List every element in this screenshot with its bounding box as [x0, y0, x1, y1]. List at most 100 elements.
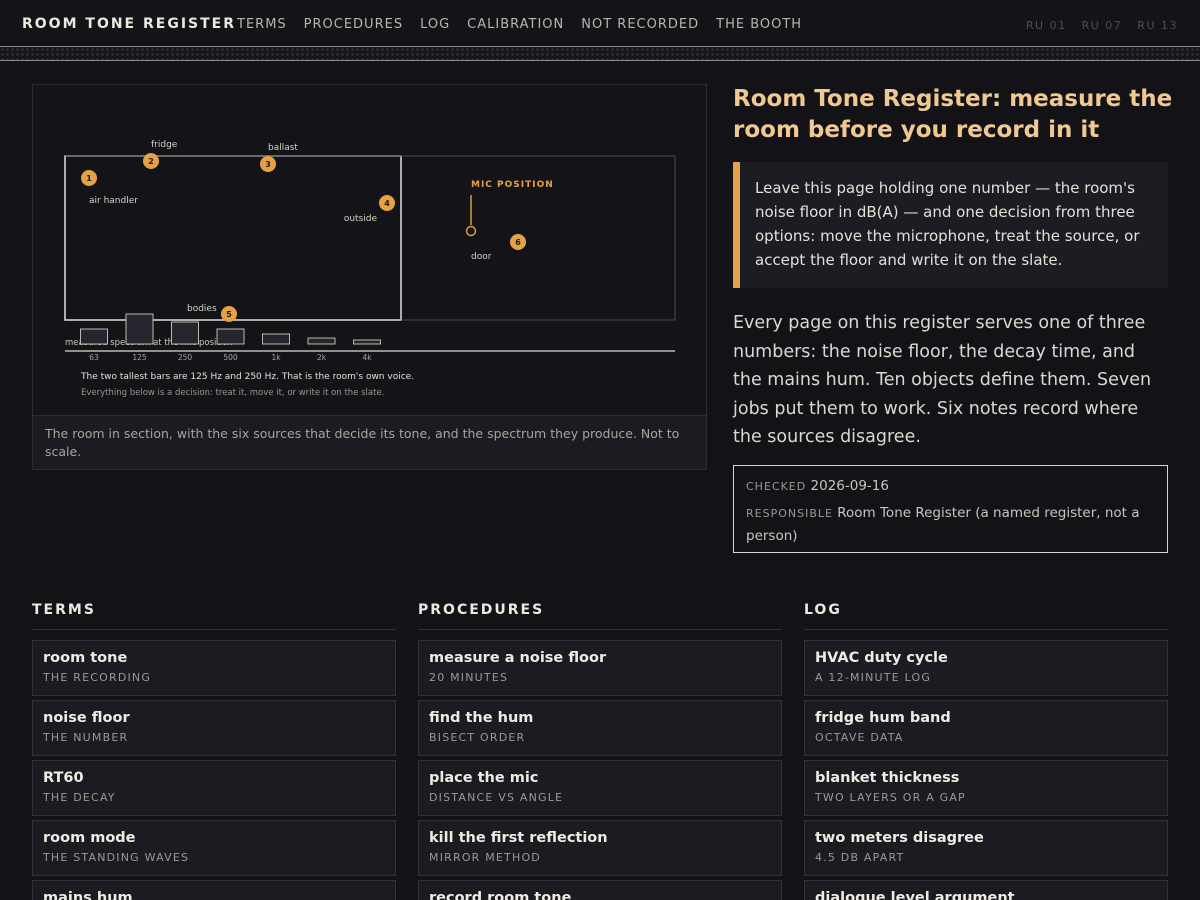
- source-marker-1[interactable]: 1: [81, 170, 97, 186]
- log-heading: LOG: [804, 602, 1168, 630]
- source-label-air-handler: air handler: [89, 196, 138, 206]
- meta-box: CHECKED 2026-09-16 RESPONSIBLE Room Tone…: [733, 465, 1168, 553]
- mic-icon: [465, 225, 477, 237]
- source-label-door: door: [471, 252, 492, 262]
- card-title: HVAC duty cycle: [815, 650, 948, 666]
- svg-text:4: 4: [384, 199, 390, 208]
- card-blanket-thickness[interactable]: blanket thickness TWO LAYERS OR A GAP: [804, 760, 1168, 816]
- source-marker-2[interactable]: 2: [143, 153, 159, 169]
- card-title: two meters disagree: [815, 830, 984, 846]
- card-two-meters-disagree[interactable]: two meters disagree 4.5 DB APART: [804, 820, 1168, 876]
- spectrum-tick-125: 125: [132, 353, 147, 362]
- nav-not-recorded[interactable]: NOT RECORDED: [581, 17, 699, 32]
- card-mains-hum[interactable]: mains hum: [32, 880, 396, 900]
- card-title: blanket thickness: [815, 770, 960, 786]
- nav-the-booth[interactable]: THE BOOTH: [716, 17, 802, 32]
- card-subtitle: A 12-MINUTE LOG: [815, 671, 932, 684]
- checked-date: 2026-09-16: [810, 478, 889, 494]
- nav-procedures[interactable]: PROCEDURES: [304, 17, 403, 32]
- card-dialogue-level-argument[interactable]: dialogue level argument: [804, 880, 1168, 900]
- code-ru-01[interactable]: RU 01: [1026, 19, 1067, 32]
- source-marker-5[interactable]: 5: [221, 306, 237, 322]
- spectrum-note: The two tallest bars are 125 Hz and 250 …: [80, 372, 414, 382]
- card-fridge-hum-band[interactable]: fridge hum band OCTAVE DATA: [804, 700, 1168, 756]
- code-ru-07[interactable]: RU 07: [1082, 19, 1123, 32]
- spectrum-bar-63: [80, 328, 108, 345]
- card-find-the-hum[interactable]: find the hum BISECT ORDER: [418, 700, 782, 756]
- spectrum-tick-1k: 1k: [271, 353, 281, 362]
- site-brand[interactable]: ROOM TONE REGISTER: [22, 16, 236, 32]
- svg-text:1: 1: [86, 174, 92, 183]
- card-title: room mode: [43, 830, 136, 846]
- code-ru-13[interactable]: RU 13: [1137, 19, 1178, 32]
- spectrum-bar-125: [125, 313, 154, 345]
- spectrum-tick-4k: 4k: [362, 353, 372, 362]
- source-label-bodies: bodies: [187, 304, 217, 314]
- card-subtitle: 4.5 DB APART: [815, 851, 905, 864]
- card-record-room-tone[interactable]: record room tone: [418, 880, 782, 900]
- card-subtitle: TWO LAYERS OR A GAP: [815, 791, 966, 804]
- room-section-figure: MIC POSITION 1 air handler 2 fridge 3 ba…: [32, 84, 707, 470]
- spectrum-subnote: Everything below is a decision: treat it…: [81, 388, 384, 398]
- card-subtitle: THE STANDING WAVES: [43, 851, 190, 864]
- card-noise-floor[interactable]: noise floor THE NUMBER: [32, 700, 396, 756]
- nav-log[interactable]: LOG: [420, 17, 450, 32]
- card-hvac-duty-cycle[interactable]: HVAC duty cycle A 12-MINUTE LOG: [804, 640, 1168, 696]
- nav-terms[interactable]: TERMS: [237, 17, 287, 32]
- spectrum-bar-2k: [307, 337, 336, 345]
- goal-callout: Leave this page holding one number — the…: [733, 162, 1168, 288]
- figure-caption: The room in section, with the six source…: [33, 415, 706, 469]
- svg-text:6: 6: [515, 238, 521, 247]
- source-marker-4[interactable]: 4: [379, 195, 395, 211]
- card-subtitle: BISECT ORDER: [429, 731, 526, 744]
- card-rt60[interactable]: RT60 THE DECAY: [32, 760, 396, 816]
- room-outline: [64, 155, 402, 321]
- svg-text:2: 2: [148, 157, 154, 166]
- svg-text:5: 5: [226, 310, 232, 319]
- card-title: measure a noise floor: [429, 650, 607, 666]
- intro-paragraph: Every page on this register serves one o…: [733, 313, 1152, 447]
- top-bar: ROOM TONE REGISTER TERMS PROCEDURES LOG …: [0, 0, 1200, 48]
- register-codes: RU 01 RU 07 RU 13: [1026, 19, 1178, 32]
- card-title: RT60: [43, 770, 84, 786]
- card-room-tone[interactable]: room tone THE RECORDING: [32, 640, 396, 696]
- spectrum-tick-2k: 2k: [317, 353, 327, 362]
- source-label-ballast: ballast: [268, 143, 298, 153]
- card-title: room tone: [43, 650, 128, 666]
- card-subtitle: OCTAVE DATA: [815, 731, 904, 744]
- terms-heading: TERMS: [32, 602, 396, 630]
- card-subtitle: DISTANCE VS ANGLE: [429, 791, 564, 804]
- card-kill-first-reflection[interactable]: kill the first reflection MIRROR METHOD: [418, 820, 782, 876]
- spectrum-tick-labels: 63 125 250 500 1k 2k 4k: [89, 353, 372, 362]
- spectrum-tick-250: 250: [178, 353, 193, 362]
- header-rule: [0, 46, 1200, 61]
- responsible-key: RESPONSIBLE: [746, 507, 833, 520]
- card-subtitle: 20 MINUTES: [429, 671, 509, 684]
- checked-key: CHECKED: [746, 480, 807, 493]
- card-subtitle: MIRROR METHOD: [429, 851, 541, 864]
- source-label-outside: outside: [344, 214, 378, 224]
- checked-row: CHECKED 2026-09-16: [746, 475, 1155, 498]
- main-nav: TERMS PROCEDURES LOG CALIBRATION NOT REC…: [237, 17, 819, 32]
- card-subtitle: THE DECAY: [43, 791, 116, 804]
- card-subtitle: THE NUMBER: [43, 731, 129, 744]
- svg-text:3: 3: [265, 160, 271, 169]
- card-room-mode[interactable]: room mode THE STANDING WAVES: [32, 820, 396, 876]
- card-title: mains hum: [43, 890, 133, 900]
- card-title: kill the first reflection: [429, 830, 608, 846]
- source-marker-3[interactable]: 3: [260, 156, 276, 172]
- spectrum-bar-250: [171, 321, 199, 345]
- card-title: record room tone: [429, 890, 572, 900]
- procedures-column: PROCEDURES measure a noise floor 20 MINUT…: [418, 602, 782, 900]
- spectrum-tick-63: 63: [89, 353, 99, 362]
- responsible-row: RESPONSIBLE Room Tone Register (a named …: [746, 502, 1155, 547]
- card-measure-noise-floor[interactable]: measure a noise floor 20 MINUTES: [418, 640, 782, 696]
- log-column: LOG HVAC duty cycle A 12-MINUTE LOG fridg…: [804, 602, 1168, 900]
- card-title: place the mic: [429, 770, 539, 786]
- card-title: noise floor: [43, 710, 130, 726]
- card-title: dialogue level argument: [815, 890, 1015, 900]
- nav-calibration[interactable]: CALIBRATION: [467, 17, 564, 32]
- card-place-the-mic[interactable]: place the mic DISTANCE VS ANGLE: [418, 760, 782, 816]
- source-label-fridge: fridge: [151, 140, 178, 150]
- source-marker-6[interactable]: 6: [510, 234, 526, 250]
